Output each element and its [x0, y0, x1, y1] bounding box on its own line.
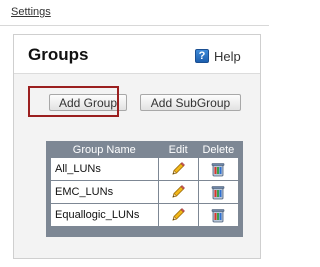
groups-table: Group Name Edit Delete All_LUNs EMC_LUNs… — [46, 141, 243, 237]
trash-icon[interactable] — [210, 161, 226, 177]
group-name-cell: Equallogic_LUNs — [51, 204, 158, 226]
delete-cell — [198, 181, 238, 203]
pencil-icon[interactable] — [170, 161, 186, 177]
delete-cell — [198, 204, 238, 226]
table-row: Equallogic_LUNs — [51, 204, 238, 226]
column-header-edit: Edit — [168, 144, 188, 156]
table-header-row: Group Name Edit Delete — [51, 143, 238, 157]
page-title: Groups — [28, 45, 89, 64]
panel-header: Groups ? Help — [14, 35, 260, 74]
pencil-icon[interactable] — [170, 207, 186, 223]
delete-cell — [198, 158, 238, 180]
trash-icon[interactable] — [210, 207, 226, 223]
help-label: Help — [214, 48, 241, 64]
column-header-delete: Delete — [202, 144, 235, 156]
table-row: EMC_LUNs — [51, 181, 238, 203]
group-name-cell: All_LUNs — [51, 158, 158, 180]
trash-icon[interactable] — [210, 184, 226, 200]
table-row: All_LUNs — [51, 158, 238, 180]
help-link[interactable]: ? Help — [195, 48, 241, 64]
add-group-highlight — [28, 86, 119, 117]
breadcrumb-settings-link[interactable]: Settings — [11, 6, 51, 18]
add-subgroup-button[interactable]: Add SubGroup — [140, 94, 241, 111]
help-icon: ? — [195, 49, 209, 63]
header-divider — [0, 25, 269, 26]
column-header-group-name: Group Name — [72, 144, 136, 156]
add-subgroup-label: Add SubGroup — [150, 95, 231, 110]
group-name-cell: EMC_LUNs — [51, 181, 158, 203]
pencil-icon[interactable] — [170, 184, 186, 200]
edit-cell — [158, 204, 198, 226]
edit-cell — [158, 158, 198, 180]
edit-cell — [158, 181, 198, 203]
